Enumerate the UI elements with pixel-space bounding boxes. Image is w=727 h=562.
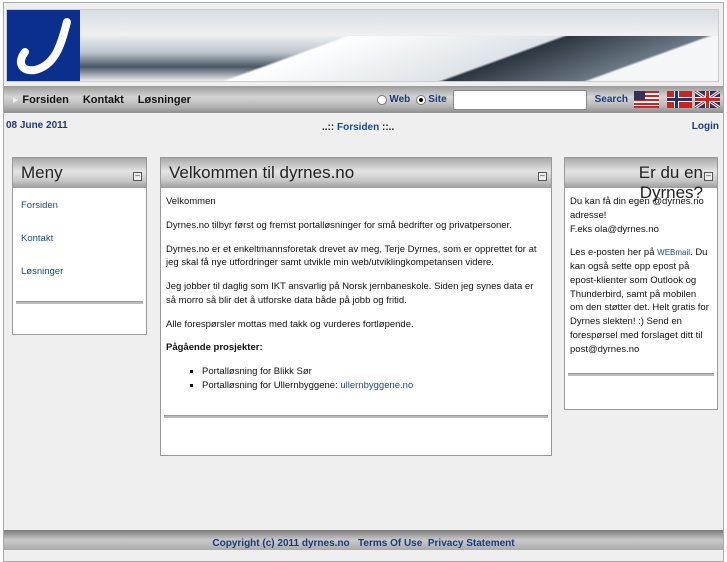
- header-banner: [6, 9, 719, 82]
- nav-arrow-icon: ▶: [13, 96, 19, 104]
- nav-kontakt[interactable]: Kontakt: [83, 94, 124, 106]
- divider: [164, 414, 548, 418]
- projects-heading: Pågående prosjekter:: [166, 342, 263, 354]
- divider: [16, 301, 143, 304]
- paragraph: Dyrnes.no tilbyr først og fremst portall…: [166, 219, 512, 231]
- main-panel-header: Velkommen til dyrnes.no –: [161, 158, 551, 188]
- mountain-image: [127, 36, 718, 81]
- menu-item-kontakt[interactable]: Kontakt: [21, 233, 138, 244]
- uk-flag-icon[interactable]: [695, 91, 720, 108]
- radio-web-label: Web: [389, 94, 411, 105]
- current-date: 08 June 2011: [6, 120, 68, 131]
- minimize-icon[interactable]: –: [704, 172, 713, 181]
- radio-site[interactable]: [416, 94, 427, 105]
- webmail-link[interactable]: WEBmail: [657, 248, 690, 257]
- date-line: 08 June 2011 ..:: Forsiden ::.. Login: [6, 120, 721, 133]
- dyrnes-content: Du kan få din egen @dyrnes.no adresse! F.…: [565, 188, 717, 373]
- paragraph: Velkommen: [166, 196, 216, 207]
- nav-forsiden[interactable]: Forsiden: [22, 94, 68, 106]
- main-title: Velkommen til dyrnes.no: [169, 163, 355, 182]
- side-text: . Du kan også sette opp epost på epost-k…: [570, 247, 709, 355]
- menu-item-losninger[interactable]: Løsninger: [21, 266, 138, 277]
- search-button[interactable]: Search: [595, 94, 628, 105]
- login-link[interactable]: Login: [692, 121, 719, 132]
- menu-panel: Meny – Forsiden Kontakt Løsninger: [12, 157, 147, 335]
- us-flag-icon[interactable]: [634, 91, 659, 108]
- paragraph: Dyrnes.no er et enkeltmannsforetak dreve…: [166, 243, 537, 269]
- norway-flag-icon[interactable]: [667, 91, 692, 108]
- nav-losninger[interactable]: Løsninger: [138, 94, 191, 106]
- search-input[interactable]: [452, 89, 587, 110]
- dyrnes-panel-header: Er du en Dyrnes? –: [565, 158, 717, 202]
- projects-list: Portalløsning for Blikk Sør Portalløsnin…: [202, 365, 546, 393]
- terms-link[interactable]: Terms Of Use: [358, 538, 422, 549]
- menu-title: Meny: [21, 163, 63, 182]
- divider: [568, 373, 714, 377]
- copyright: Copyright (c) 2011 dyrnes.no: [212, 538, 350, 549]
- side-text: F.eks ola@dyrnes.no: [570, 223, 659, 235]
- top-nav: ▶ Forsiden Kontakt Løsninger Web Site Se…: [4, 86, 723, 113]
- ullernbyggene-link[interactable]: ullernbyggene.no: [340, 380, 413, 391]
- main-panel: Velkommen til dyrnes.no – Velkommen Dyrne…: [160, 157, 552, 456]
- menu-panel-header: Meny –: [13, 158, 146, 188]
- main-content: Velkommen Dyrnes.no tilbyr først og frem…: [161, 188, 551, 400]
- footer: Copyright (c) 2011 dyrnes.no Terms Of Us…: [4, 530, 723, 550]
- breadcrumb-post: ::..: [382, 122, 395, 133]
- privacy-link[interactable]: Privacy Statement: [428, 538, 515, 549]
- list-item-text: Portalløsning for Ullernbyggene:: [202, 379, 341, 391]
- breadcrumb-pre: ..::: [322, 122, 335, 133]
- paragraph: Alle forespørsler mottas med takk og vur…: [166, 318, 414, 330]
- dyrnes-panel: Er du en Dyrnes? – Du kan få din egen @dy…: [564, 157, 718, 410]
- list-item: Portalløsning for Ullernbyggene: ullernb…: [202, 379, 546, 393]
- breadcrumb-forsiden[interactable]: Forsiden: [337, 122, 379, 133]
- minimize-icon[interactable]: –: [538, 172, 547, 181]
- minimize-icon[interactable]: –: [133, 172, 142, 181]
- radio-web[interactable]: [377, 94, 388, 105]
- radio-site-label: Site: [428, 94, 447, 105]
- menu-item-forsiden[interactable]: Forsiden: [21, 200, 138, 211]
- side-text: Les e-posten her på: [570, 247, 658, 259]
- site-logo[interactable]: [7, 10, 80, 81]
- paragraph: Jeg jobber til daglig som IKT ansvarlig …: [166, 281, 534, 306]
- dyrnes-title: Er du en Dyrnes?: [638, 163, 703, 202]
- list-item: Portalløsning for Blikk Sør: [202, 365, 546, 379]
